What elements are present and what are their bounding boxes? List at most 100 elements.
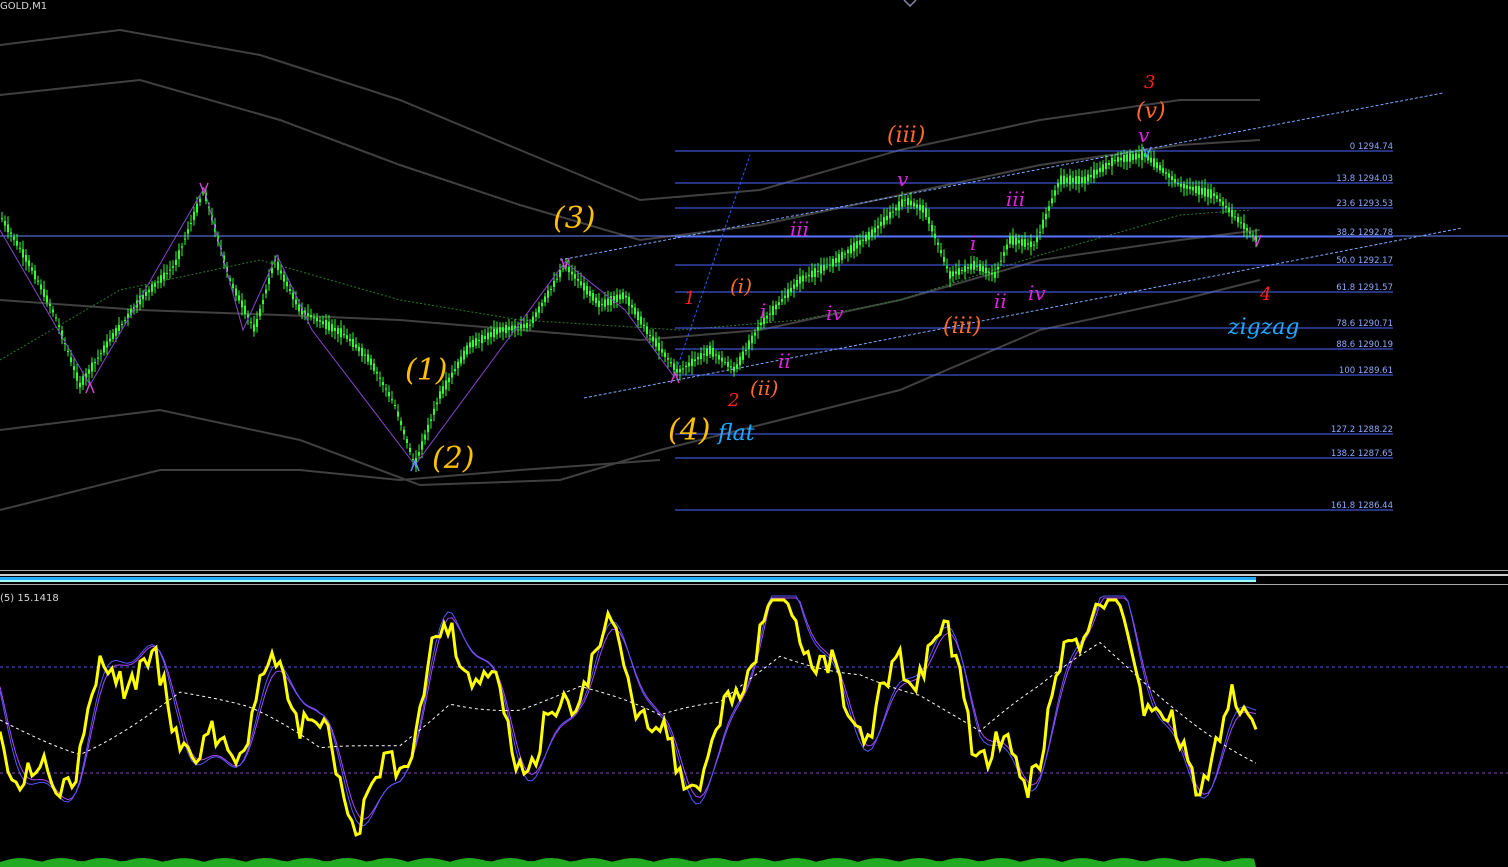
candle-body — [586, 285, 588, 295]
candle-body — [439, 391, 441, 399]
candle-body — [667, 358, 669, 360]
candle-body — [421, 441, 423, 450]
candle-body — [394, 405, 396, 406]
candle-body — [1027, 243, 1029, 245]
candle-body — [994, 272, 996, 278]
candle-body — [232, 283, 234, 289]
candle-body — [895, 207, 897, 211]
candle-body — [532, 316, 534, 323]
candle-body — [46, 295, 48, 303]
candle-body — [1021, 239, 1023, 246]
candle-body — [262, 300, 264, 304]
candle-body — [25, 254, 27, 262]
candle-body — [847, 249, 849, 254]
candle-body — [388, 392, 390, 397]
candle-body — [679, 368, 681, 373]
candle-body — [1159, 165, 1161, 171]
envelope-band — [0, 459, 661, 511]
candle-body — [1024, 239, 1026, 247]
candle-body — [922, 205, 924, 213]
candle-body — [67, 351, 69, 352]
candle-body — [886, 215, 888, 221]
candle-body — [472, 340, 474, 347]
candle-body — [34, 270, 36, 280]
candle-body — [1060, 175, 1062, 185]
candle-body — [250, 321, 252, 323]
candle-body — [361, 348, 363, 356]
candle-body — [1000, 260, 1002, 262]
candle-body — [1225, 206, 1227, 208]
candle-body — [901, 199, 903, 207]
candle-body — [481, 335, 483, 344]
candle-body — [1114, 159, 1116, 161]
candle-body — [967, 267, 969, 269]
candle-body — [124, 319, 126, 321]
candle-body — [319, 320, 321, 322]
candle-body — [1174, 179, 1176, 183]
candle-body — [511, 325, 513, 331]
candle-body — [1090, 175, 1092, 177]
candle-body — [1207, 189, 1209, 197]
envelope-band — [0, 78, 1261, 242]
candle-body — [265, 289, 267, 294]
candle-body — [1228, 207, 1230, 213]
chart-canvas[interactable]: 0 1294.7413.8 1294.0323.6 1293.5338.2 12… — [0, 0, 1508, 867]
candle-body — [661, 349, 663, 353]
symbol-label: GOLD,M1 — [0, 1, 48, 12]
candle-body — [1006, 244, 1008, 250]
candle-body — [451, 372, 453, 378]
candle-body — [910, 200, 912, 206]
candle-body — [559, 269, 561, 278]
candle-body — [970, 263, 972, 270]
candle-body — [985, 267, 987, 274]
wave-label-w1p: (1) — [405, 353, 448, 388]
candle-body — [859, 240, 861, 245]
candle-body — [418, 452, 420, 456]
candle-body — [1129, 153, 1131, 162]
candle-body — [1102, 164, 1104, 172]
candle-body — [484, 336, 486, 339]
candle-body — [1117, 157, 1119, 162]
candle-body — [844, 253, 846, 255]
candle-body — [934, 233, 936, 239]
candle-body — [298, 304, 300, 312]
wave-label-m_v: v — [897, 167, 909, 191]
candle-body — [70, 357, 72, 363]
candle-body — [157, 281, 159, 283]
candle-body — [1084, 176, 1086, 184]
candle-body — [775, 304, 777, 310]
candle-body — [733, 366, 735, 372]
wave-label-o_ii: (ii) — [750, 376, 778, 400]
candle-body — [409, 448, 411, 452]
candle-body — [1009, 236, 1011, 244]
wave-label-o_iii: (iii) — [887, 123, 925, 148]
candle-body — [865, 234, 867, 242]
candle-body — [652, 336, 654, 342]
candle-body — [1075, 176, 1077, 184]
candle-body — [943, 256, 945, 262]
pane-separator — [0, 574, 1508, 576]
candle-body — [811, 270, 813, 278]
candle-body — [316, 317, 318, 322]
candle-body — [1237, 216, 1239, 223]
candle-body — [700, 353, 702, 360]
candle-body — [682, 368, 684, 370]
candle-body — [832, 258, 834, 267]
candle-body — [604, 299, 606, 307]
candle-body — [55, 317, 57, 319]
candle-body — [1138, 154, 1140, 158]
chart-window[interactable]: 0 1294.74 13.8 1294.03 23.6 1293.53 38.2 12… — [0, 0, 1508, 867]
candle-body — [496, 328, 498, 335]
candle-body — [1213, 193, 1215, 197]
wave-label-m_i: i — [760, 299, 766, 323]
separator-strip — [0, 577, 1256, 580]
candle-body — [1168, 173, 1170, 178]
candle-body — [871, 229, 873, 237]
candle-body — [784, 295, 786, 298]
candle-body — [424, 434, 426, 440]
candle-body — [1066, 177, 1068, 183]
candle-body — [556, 278, 558, 280]
candle-body — [52, 309, 54, 313]
wave-label-w2p: (2) — [432, 441, 475, 476]
candle-body — [793, 284, 795, 289]
